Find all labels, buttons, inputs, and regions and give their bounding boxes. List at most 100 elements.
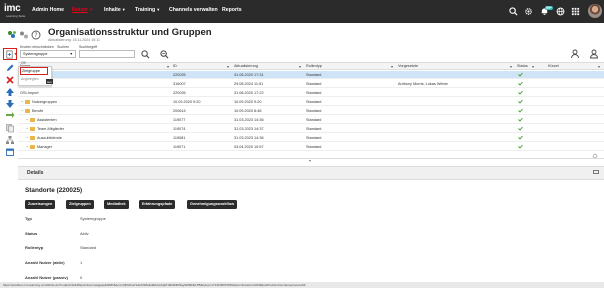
table-row[interactable]: − Nutzergruppen 10.09.2020 9:20 10.09.2020 … [18,98,604,106]
user-avatar[interactable] [588,4,602,18]
chevron-down-icon[interactable]: ▾ [227,64,229,69]
assignments-button[interactable]: Zuweisungen [25,200,56,209]
approval-workflow-button[interactable]: Genehmigungsworkflow [187,200,238,209]
group-link-icon[interactable] [19,30,29,40]
table-row[interactable]: − Manager 119071 03.04.2020 10:57 Standard [18,143,604,151]
row-id: 220025 [173,73,186,77]
chevron-down-icon[interactable]: ▾ [167,64,169,69]
table-row[interactable]: − Team-Mitglieder 119074 31.03.2023 14:37 St… [18,125,604,133]
chevron-down-icon: ▼ [14,52,17,56]
row-name: Berufe [32,109,44,113]
field-passive-users-value: 0 [80,275,83,280]
folder-icon [30,136,35,140]
col-role-header[interactable]: Rollentyp [306,64,322,68]
row-updated: 31.08.2020 17:22 [234,91,264,95]
row-updated: 10.09.2020 8:46 [234,109,262,113]
field-role-value: Standard [80,245,97,250]
notification-badge: 99+ [545,6,553,10]
row-updated: 31.03.2023 14:36 [234,136,264,140]
advanced-search-icon[interactable] [160,50,169,59]
hierarchy-icon[interactable] [5,135,15,145]
chevron-down-icon[interactable]: ▾ [510,64,512,69]
nav-reports[interactable]: Reports [222,7,242,13]
row-updated: 31.03.2023 14:36 [234,118,264,122]
move-up-icon[interactable] [5,87,15,97]
node-type-select[interactable]: Systemgruppe ▼ [20,50,76,58]
table-row[interactable]: − Berufe 200614 10.09.2020 8:46 Standard [18,107,604,115]
tree-toggle-icon[interactable]: − [26,145,28,149]
chevron-down-icon[interactable]: ▾ [532,64,534,69]
nav-admin-home[interactable]: Admin Home [32,7,64,13]
tree-toggle-icon[interactable]: − [21,109,23,113]
help-icon[interactable]: ? [31,30,41,40]
col-id-header[interactable]: ID [173,64,177,68]
chevron-down-icon[interactable]: ▾ [299,64,301,69]
edit-icon[interactable] [5,63,15,73]
globe-icon[interactable] [556,7,565,16]
row-updated: 31.08.2020 17:31 [234,73,264,77]
col-manager-header[interactable]: Vorgesetzte [398,64,418,68]
settings-small-icon[interactable] [592,153,598,159]
user-assign-icon[interactable] [570,49,580,59]
term-label: Suchbegriff [79,45,98,49]
chevron-down-icon: ▼ [89,7,94,12]
folder-icon [25,109,30,113]
dropdown-item-zielgruppe[interactable]: Zielgruppe [20,67,48,75]
table-row[interactable]: 220025 31.08.2020 17:31 Standard [18,71,604,79]
field-active-users-value: 1 [80,260,83,265]
tree-toggle-icon[interactable]: − [26,118,28,122]
calendar-icon[interactable] [5,147,15,157]
add-node-dropdown-button[interactable]: ▼ [3,48,17,60]
media-library-button[interactable]: Mediathek [104,200,129,209]
col-status-header[interactable]: Status [517,64,528,68]
status-check-icon [518,72,523,77]
row-name: Assistenten [37,118,57,122]
table-row[interactable]: − Assistenten 119077 31.03.2023 14:36 Standa… [18,116,604,124]
table-row[interactable]: Ok31600729.08.2024 11:51StandardAnthony … [18,80,604,88]
details-heading: Standorte (220025) [25,187,83,194]
details-section-header[interactable] [18,166,604,180]
col-code-header[interactable]: Kürzel [548,64,559,68]
row-id: 220026 [173,91,186,95]
search-label: Suchen [57,45,70,49]
table-row[interactable]: OSI-Import 220026 31.08.2020 17:22 Standard [18,89,604,97]
copy-icon[interactable] [5,123,15,133]
expand-details-icon[interactable] [593,170,599,174]
nav-inhalte[interactable]: Inhalte▼ [104,7,126,13]
delete-icon[interactable] [5,75,15,85]
field-type-value: Systemgruppe [80,216,106,221]
tree-toggle-icon[interactable]: − [26,136,28,140]
target-groups-button[interactable]: Zielgruppen [66,200,94,209]
row-id: 119071 [173,145,186,149]
dropdown-item-second[interactable]: Angelegten [21,77,39,81]
tree-toggle-icon[interactable]: − [26,127,28,131]
user-group-icon[interactable] [589,49,599,59]
status-check-icon [518,144,523,149]
chevron-down-icon[interactable]: ▾ [391,64,393,69]
learning-paths-button[interactable]: Erfahrungspfade [139,200,176,209]
status-check-icon [518,126,523,131]
logo-subtext: Learning Suite [6,14,26,18]
row-updated: 31.03.2023 14:37 [234,127,264,131]
row-updated: 03.04.2020 10:57 [234,145,264,149]
imc-logo[interactable]: imc Learning Suite [4,3,26,19]
gear-icon[interactable] [524,7,533,16]
move-down-icon[interactable] [5,99,15,109]
nav-nutzer[interactable]: Nutzer▼ [72,7,93,13]
row-name: OSI-Import [20,91,39,95]
table-row[interactable]: − Auszubildende 119081 31.03.2023 14:36 Stan… [18,134,604,142]
nav-training[interactable]: Training▼ [135,7,160,13]
nav-channels-verwalten[interactable]: Channels verwalten [169,7,218,13]
search-icon[interactable] [509,7,518,16]
collapse-handle-icon[interactable]: ▾ [309,158,311,163]
field-status-value: Aktiv [80,231,89,236]
status-check-icon [518,81,523,86]
search-icon[interactable] [141,50,150,59]
transfer-icon[interactable] [5,111,15,121]
tree-toggle-icon[interactable]: − [21,100,23,104]
apps-grid-icon[interactable] [571,7,580,16]
col-updated-header[interactable]: Aktualisierung [234,64,258,68]
row-role: Standard [306,136,322,140]
chevron-down-icon[interactable]: ▾ [598,64,600,69]
search-term-input[interactable] [79,50,135,58]
